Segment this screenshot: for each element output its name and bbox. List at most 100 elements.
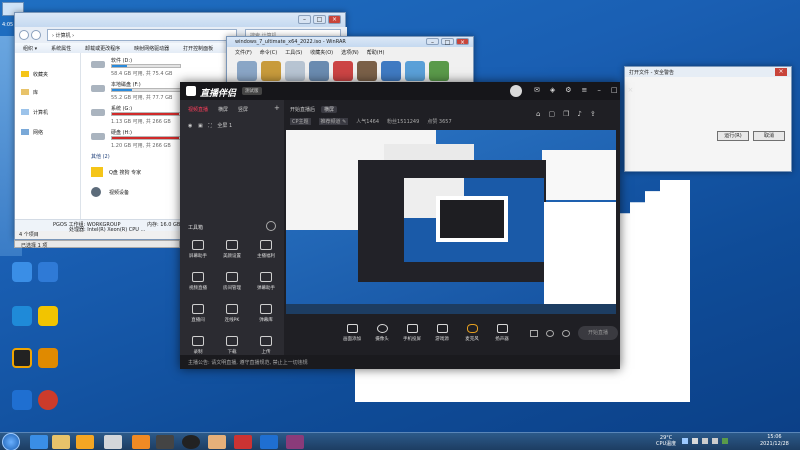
toolbox-toggle-icon[interactable] (266, 221, 276, 231)
start-button[interactable] (2, 433, 20, 450)
tray-icon[interactable] (692, 438, 698, 444)
taskbar-qq-icon[interactable] (182, 435, 200, 449)
tool-item[interactable]: 下载 (218, 336, 246, 355)
taskbar-shield-icon[interactable] (260, 435, 278, 449)
minimize-icon[interactable]: – (597, 86, 601, 94)
desktop-icon-6[interactable] (30, 348, 66, 384)
tray-icon[interactable] (682, 438, 688, 444)
room-channel[interactable]: 推荐频道 ✎ (318, 118, 349, 125)
add-scene-button[interactable]: 画面添加 (340, 324, 364, 342)
tab-landscape[interactable]: 横屏 (218, 106, 228, 113)
gear-icon[interactable] (562, 330, 570, 337)
maximize-icon[interactable]: □ (611, 86, 618, 94)
menu-icon[interactable]: ≡ (582, 86, 588, 94)
close-icon[interactable]: × (456, 38, 469, 46)
tool-item[interactable]: 录制 (184, 336, 212, 355)
close-icon[interactable]: × (628, 86, 634, 94)
add-button[interactable] (237, 61, 257, 81)
tray-icon[interactable] (722, 438, 728, 444)
info-button[interactable] (405, 61, 425, 81)
tool-item[interactable]: 直播间 (184, 304, 212, 323)
explorer-titlebar[interactable]: – □ × (15, 13, 345, 27)
menu-file[interactable]: 文件(F) (235, 49, 252, 56)
taskbar-app-icon[interactable] (156, 435, 174, 449)
menu-uninstall[interactable]: 卸载或更改程序 (85, 45, 120, 52)
extract-button[interactable] (261, 61, 281, 81)
tool-item[interactable]: 上传 (252, 336, 280, 355)
preview-canvas[interactable] (286, 130, 616, 314)
volume-icon[interactable] (712, 438, 718, 444)
other-section-header[interactable]: 其他 (2) (91, 153, 110, 160)
desktop-icon-8[interactable] (30, 390, 66, 426)
minimize-icon[interactable]: – (426, 38, 439, 46)
settings-icon[interactable]: ⚙ (565, 86, 571, 94)
desktop-icon-4[interactable] (30, 306, 66, 342)
taskbar-ie-icon[interactable] (30, 435, 48, 449)
address-bar[interactable]: › 计算机 › (47, 29, 237, 41)
zhibo-app[interactable]: 直播伴侣 测试版 ✉ ◈ ⚙ ≡ – □ × 视频直播 横屏 竖屏 + ◉ ▣ … (180, 82, 633, 369)
drive-row[interactable]: 软件 (D:) 58.4 GB 可用, 共 75.4 GB (91, 57, 191, 77)
share-icon[interactable]: ⇪ (590, 110, 596, 118)
menu-control-panel[interactable]: 打开控制面板 (183, 45, 213, 52)
minimize-icon[interactable]: – (298, 15, 311, 24)
game-source-button[interactable]: 游戏源 (430, 324, 454, 342)
taskbar-explorer-icon[interactable] (52, 435, 70, 449)
test-button[interactable] (285, 61, 305, 81)
drive-row[interactable]: 系统 (G:) 1.13 GB 可用, 共 266 GB (91, 105, 191, 125)
menu-command[interactable]: 命令(C) (260, 49, 277, 56)
menu-options[interactable]: 选项(N) (341, 49, 359, 56)
tool-item[interactable]: 弹幕库 (252, 304, 280, 323)
record-video-icon[interactable] (530, 330, 538, 337)
add-scene-icon[interactable]: + (274, 104, 280, 112)
tab-video-live[interactable]: 视频直播 (188, 106, 208, 113)
message-icon[interactable]: ✉ (534, 86, 540, 94)
sidebar-item-computer[interactable]: 计算机 (33, 109, 48, 116)
sidebar-item-library[interactable]: 库 (33, 89, 38, 96)
forward-icon[interactable] (31, 30, 41, 40)
winrar-titlebar[interactable]: windows_7_ultimate_x64_2022.iso - WinRAR… (227, 37, 473, 47)
start-live-button[interactable]: 开始直播 (578, 326, 618, 340)
close-icon[interactable]: × (775, 68, 787, 76)
bell-icon[interactable]: ♪ (577, 110, 581, 118)
sidebar-item-network[interactable]: 网络 (33, 129, 43, 136)
taskbar-app-icon[interactable] (132, 435, 150, 449)
speaker-button[interactable]: 扬声器 (490, 324, 514, 342)
taskbar-app-icon[interactable] (208, 435, 226, 449)
network-icon[interactable] (702, 438, 708, 444)
desktop-icon-2[interactable] (30, 262, 66, 298)
lock-icon[interactable]: ▣ (198, 123, 203, 129)
clock[interactable]: 15:06 2021/12/28 (760, 434, 789, 448)
menu-help[interactable]: 帮助(H) (367, 49, 385, 56)
source-row[interactable]: ◉ ▣ ⛶ 全屏 1 (188, 122, 278, 130)
taskbar-winrar-icon[interactable] (286, 435, 304, 449)
room-category[interactable]: CP主题 (290, 118, 311, 125)
find-button[interactable] (357, 61, 377, 81)
eye-icon[interactable]: ◉ (188, 123, 192, 129)
close-icon[interactable]: × (328, 15, 341, 24)
tool-item[interactable]: 主播福利 (252, 240, 280, 259)
menu-map-drive[interactable]: 映射网络驱动器 (134, 45, 169, 52)
copy-icon[interactable]: ❐ (563, 110, 569, 118)
live-tag[interactable]: 横屏 (321, 106, 338, 113)
drive-row[interactable]: 本地磁盘 (F:) 55.2 GB 可用, 共 77.7 GB (91, 81, 191, 101)
menu-system-properties[interactable]: 系统属性 (51, 45, 71, 52)
maximize-icon[interactable]: □ (313, 15, 326, 24)
dialog-titlebar[interactable]: 打开文件 - 安全警告 × (625, 67, 791, 77)
taskbar-app-icon[interactable] (234, 435, 252, 449)
delete-button[interactable] (333, 61, 353, 81)
gift-icon[interactable]: ◈ (550, 86, 555, 94)
wizard-button[interactable] (381, 61, 401, 81)
dialog-cancel-button[interactable]: 取消 (753, 131, 785, 141)
phone-cast-button[interactable]: 手机投屏 (400, 324, 424, 342)
avatar[interactable] (510, 85, 522, 97)
preview-eye-icon[interactable] (546, 330, 554, 337)
dialog-ok-button[interactable]: 运行(R) (717, 131, 749, 141)
menu-organize[interactable]: 组织 ▾ (23, 45, 37, 52)
lock-icon[interactable]: ▢ (548, 110, 555, 118)
camera-button[interactable]: 摄像头 (370, 324, 394, 342)
sfx-button[interactable] (429, 61, 449, 81)
tool-item[interactable]: 视频直播 (184, 272, 212, 291)
shop-icon[interactable]: ⌂ (536, 110, 540, 118)
security-dialog[interactable]: 打开文件 - 安全警告 × 运行(R) 取消 (624, 66, 792, 172)
sidebar-item-favorites[interactable]: 收藏夹 (33, 71, 48, 78)
